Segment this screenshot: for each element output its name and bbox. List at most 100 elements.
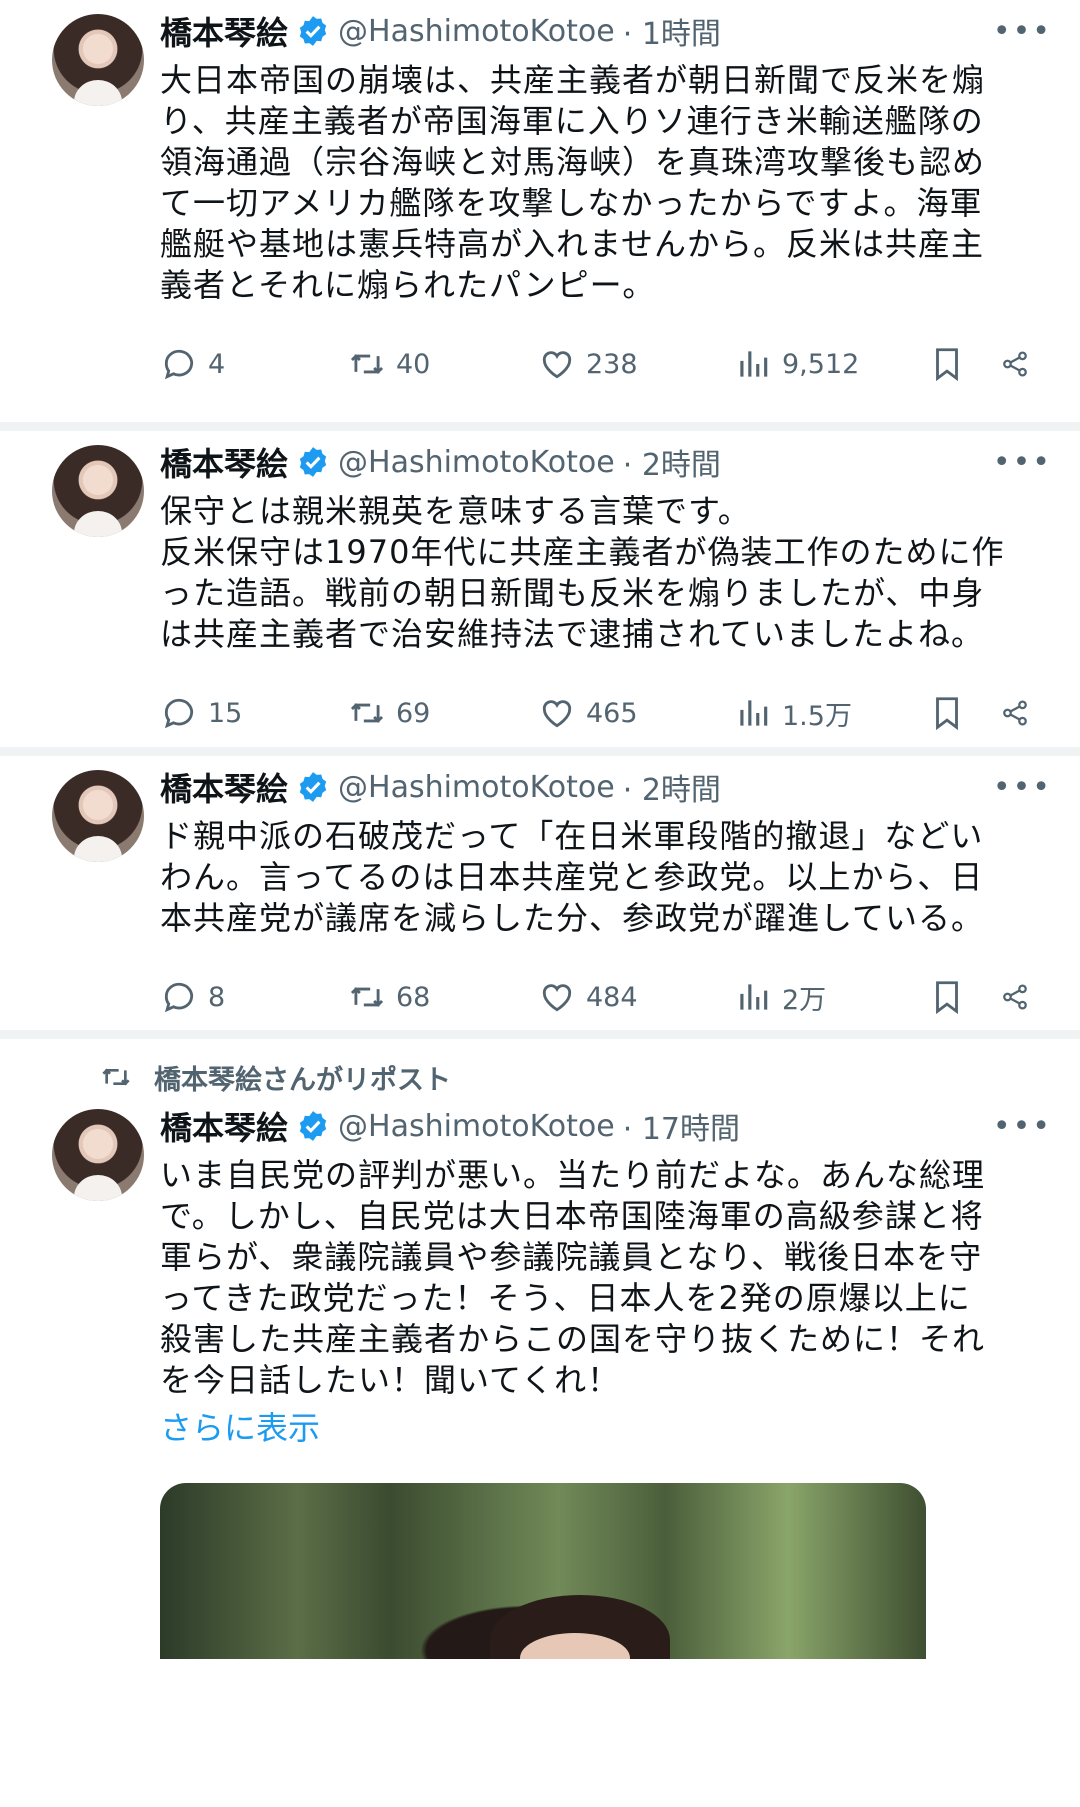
tweet-text-line: 本共産党が議席を減らした分、参政党が躍進している。 — [160, 899, 985, 937]
reply-count: 15 — [208, 697, 243, 729]
repost-count: 40 — [396, 348, 431, 380]
tweet-text-line: った造語。戦前の朝日新聞も反米を煽りましたが、中身 — [160, 574, 985, 612]
tweet-text-line: 反米保守は1970年代に共産主義者が偽装工作のために作 — [160, 533, 1005, 571]
show-more-link[interactable]: さらに表示 — [160, 1403, 1052, 1449]
view-count: 1.5万 — [782, 700, 852, 732]
tweet-text-line: 軍らが、衆議院議員や参議院議員となり、戦後日本を守 — [160, 1238, 983, 1276]
verified-badge-icon — [299, 447, 327, 477]
tweet-text-line: いま自民党の評判が悪い。当たり前だよな。あんな総理 — [160, 1156, 986, 1194]
more-options-icon[interactable]: ••• — [993, 1109, 1052, 1144]
like-button[interactable]: 465 — [538, 694, 734, 732]
tweet[interactable]: 橋本琴絵 @HashimotoKotoe · 2時間 ••• 保守とは親米親英を… — [0, 431, 1080, 747]
verified-badge-icon — [299, 1111, 327, 1141]
view-count: 9,512 — [782, 348, 860, 380]
tweet[interactable]: 橋本琴絵 @HashimotoKotoe · 1時間 ••• 大日本帝国の崩壊は… — [0, 0, 1080, 422]
bookmark-icon — [936, 697, 958, 731]
tweet-text-line: わん。言ってるのは日本共産党と参政党。以上から、日 — [160, 858, 984, 896]
tweet-text: ド親中派の石破茂だって「在日米軍段階的撤退」などい わん。言ってるのは日本共産党… — [160, 816, 1052, 939]
timestamp[interactable]: · 17時間 — [623, 1104, 740, 1148]
repost-button[interactable]: 68 — [348, 978, 538, 1016]
action-bar: 8 68 484 2万 — [160, 949, 1052, 1045]
view-count: 2万 — [782, 984, 827, 1016]
heart-icon — [542, 700, 572, 728]
repost-icon — [350, 987, 384, 1007]
more-options-icon[interactable]: ••• — [993, 770, 1052, 805]
reply-button[interactable]: 4 — [160, 345, 348, 383]
tweet-media-image[interactable] — [160, 1483, 926, 1659]
repost-count: 68 — [396, 981, 431, 1013]
tweet-text-line: ってきた政党だった！そう、日本人を2発の原爆以上に — [160, 1279, 971, 1317]
analytics-icon — [740, 351, 768, 377]
tweet-text: 保守とは親米親英を意味する言葉です。 反米保守は1970年代に共産主義者が偽装工… — [160, 491, 1052, 655]
author-name[interactable]: 橋本琴絵 — [160, 764, 288, 810]
reply-icon — [164, 982, 194, 1013]
author-handle[interactable]: @HashimotoKotoe — [338, 14, 615, 49]
avatar[interactable] — [52, 14, 144, 106]
tweet-text-line: り、共産主義者が帝国海軍に入りソ連行き米輸送艦隊の — [160, 102, 984, 140]
avatar[interactable] — [52, 445, 144, 537]
views-button[interactable]: 2万 — [734, 978, 928, 1017]
author-name[interactable]: 橋本琴絵 — [160, 1103, 288, 1149]
like-count: 484 — [586, 981, 638, 1013]
avatar[interactable] — [52, 1109, 144, 1201]
like-count: 238 — [586, 348, 638, 380]
more-options-icon[interactable]: ••• — [993, 445, 1052, 480]
action-bar: 4 40 238 9,512 — [160, 316, 1052, 412]
tweet[interactable]: 橋本琴絵さんがリポスト 橋本琴絵 @HashimotoKotoe · 17時間 … — [0, 1039, 1080, 1699]
reply-icon — [164, 698, 194, 729]
author-name[interactable]: 橋本琴絵 — [160, 8, 288, 54]
reply-button[interactable]: 8 — [160, 978, 348, 1016]
repost-icon — [350, 354, 384, 374]
like-button[interactable]: 484 — [538, 978, 734, 1016]
author-handle[interactable]: @HashimotoKotoe — [338, 770, 615, 805]
heart-icon — [542, 984, 572, 1012]
share-icon — [1003, 700, 1027, 726]
tweet-text-line: は共産主義者で治安維持法で逮捕されていましたよね。 — [160, 615, 985, 653]
repost-icon — [102, 1068, 130, 1086]
bookmark-button[interactable] — [928, 978, 1000, 1016]
action-bar: 15 69 465 1.5万 — [160, 665, 1052, 761]
tweet-text-line: 領海通過（宗谷海峡と対馬海峡）を真珠湾攻撃後も認め — [160, 143, 986, 181]
timeline-feed: 橋本琴絵 @HashimotoKotoe · 1時間 ••• 大日本帝国の崩壊は… — [0, 0, 1080, 1699]
reply-count: 8 — [208, 981, 226, 1013]
author-handle[interactable]: @HashimotoKotoe — [338, 445, 615, 480]
views-button[interactable]: 9,512 — [734, 345, 928, 383]
reply-button[interactable]: 15 — [160, 694, 348, 732]
like-button[interactable]: 238 — [538, 345, 734, 383]
bookmark-icon — [936, 348, 958, 382]
heart-icon — [542, 351, 572, 379]
timestamp[interactable]: · 1時間 — [623, 9, 721, 53]
tweet[interactable]: 橋本琴絵 @HashimotoKotoe · 2時間 ••• ド親中派の石破茂だ… — [0, 756, 1080, 1030]
author-handle[interactable]: @HashimotoKotoe — [338, 1109, 615, 1144]
tweet-text-line: 義者とそれに煽られたパンピー。 — [160, 266, 656, 304]
share-button[interactable] — [1000, 978, 1040, 1016]
repost-count: 69 — [396, 697, 431, 729]
author-name[interactable]: 橋本琴絵 — [160, 439, 288, 485]
bookmark-button[interactable] — [928, 345, 1000, 383]
analytics-icon — [740, 700, 768, 726]
repost-context[interactable]: 橋本琴絵さんがリポスト — [0, 1039, 1080, 1096]
share-button[interactable] — [1000, 345, 1040, 383]
bookmark-icon — [936, 981, 958, 1015]
share-button[interactable] — [1000, 694, 1040, 732]
reply-count: 4 — [208, 348, 226, 380]
tweet-text: いま自民党の評判が悪い。当たり前だよな。あんな総理 で。しかし、自民党は大日本帝… — [160, 1155, 1052, 1401]
views-button[interactable]: 1.5万 — [734, 694, 928, 733]
timestamp[interactable]: · 2時間 — [623, 765, 721, 809]
repost-icon — [350, 703, 384, 723]
timestamp[interactable]: · 2時間 — [623, 440, 721, 484]
tweet-separator — [0, 422, 1080, 431]
tweet-text: 大日本帝国の崩壊は、共産主義者が朝日新聞で反米を煽 り、共産主義者が帝国海軍に入… — [160, 60, 1052, 306]
tweet-text-line: 艦艇や基地は憲兵特高が入れませんから。反米は共産主 — [160, 225, 985, 263]
verified-badge-icon — [299, 772, 327, 802]
more-options-icon[interactable]: ••• — [993, 14, 1052, 49]
tweet-text-line: て一切アメリカ艦隊を攻撃しなかったからですよ。海軍 — [160, 184, 983, 222]
repost-button[interactable]: 69 — [348, 694, 538, 732]
verified-badge-icon — [299, 16, 327, 46]
share-icon — [1003, 984, 1027, 1010]
repost-button[interactable]: 40 — [348, 345, 538, 383]
avatar[interactable] — [52, 770, 144, 862]
share-icon — [1003, 351, 1027, 377]
bookmark-button[interactable] — [928, 694, 1000, 732]
analytics-icon — [740, 984, 768, 1010]
